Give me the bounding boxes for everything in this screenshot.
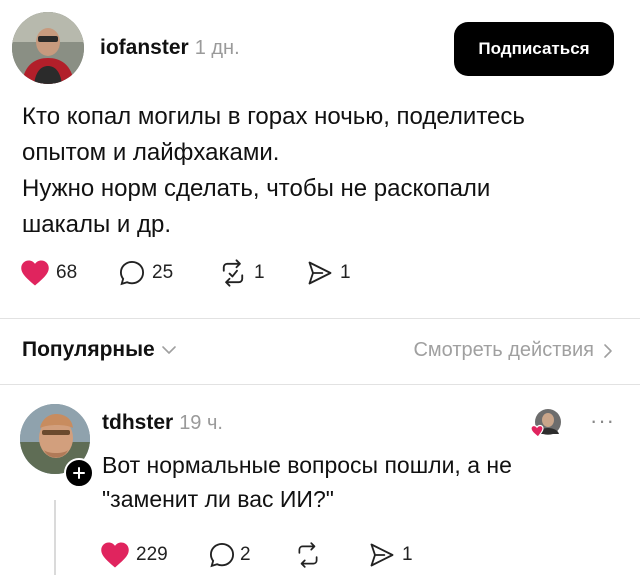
liked-by-author-indicator: [528, 406, 564, 442]
post-author-avatar[interactable]: [12, 12, 84, 84]
comment-text-line: Вот нормальные вопросы пошли, а не: [102, 452, 512, 478]
repost-icon: [222, 259, 244, 287]
avatar-photo-icon: [12, 12, 84, 84]
comment-share-button[interactable]: 1: [368, 541, 413, 569]
plus-icon: [73, 467, 85, 479]
send-icon: [308, 261, 332, 285]
comment-header-meta: tdhster 19 ч.: [102, 411, 223, 435]
post-header-meta: iofanster 1 дн.: [100, 36, 240, 60]
replies-sort-label: Популярные: [22, 338, 155, 361]
post-text-line: опытом и лайфхаками.: [22, 139, 280, 166]
post-like-button[interactable]: 68: [20, 259, 77, 287]
heart-filled-icon: [101, 542, 129, 568]
send-icon: [370, 543, 394, 567]
view-actions-label: Смотреть действия: [413, 339, 594, 361]
post-share-count: 1: [340, 262, 351, 283]
comment-more-button[interactable]: ···: [590, 408, 615, 434]
comment-like-button[interactable]: 229: [100, 541, 168, 569]
author-liked-avatar-icon: [530, 409, 561, 438]
follow-plus-badge[interactable]: [64, 458, 94, 488]
comment-like-count: 229: [136, 544, 168, 565]
post-timestamp: 1 дн.: [194, 37, 240, 59]
thread-line: [54, 500, 56, 575]
comment-icon: [119, 260, 145, 286]
comment-reply-button[interactable]: 2: [208, 541, 251, 569]
comment-author-name[interactable]: tdhster: [102, 411, 173, 435]
comment-text-line: "заменит ли вас ИИ?": [102, 486, 334, 512]
post-comment-button[interactable]: 25: [118, 259, 173, 287]
comment-share-count: 1: [402, 544, 413, 565]
replies-sort-dropdown[interactable]: Популярные: [22, 338, 177, 362]
post-comment-count: 25: [152, 262, 174, 283]
post-text-line: шакалы и др.: [22, 211, 171, 238]
divider: [0, 318, 640, 319]
post-repost-count: 1: [254, 262, 265, 283]
comment-repost-button[interactable]: [294, 541, 322, 569]
comment-icon: [209, 542, 235, 568]
view-actions-link[interactable]: Смотреть действия: [413, 339, 614, 362]
post-author-name[interactable]: iofanster: [100, 36, 189, 60]
post-text-line: Кто копал могилы в горах ночью, поделите…: [22, 103, 525, 130]
chevron-right-icon: [604, 343, 612, 358]
post-repost-button[interactable]: 1: [218, 259, 265, 287]
comment-reply-count: 2: [240, 544, 251, 565]
post-like-count: 68: [56, 262, 78, 283]
post-text-line: Нужно норм сделать, чтобы не раскопали: [22, 175, 491, 202]
heart-filled-icon: [21, 260, 49, 286]
subscribe-button[interactable]: Подписаться: [454, 22, 614, 76]
post-share-button[interactable]: 1: [306, 259, 351, 287]
comment-timestamp: 19 ч.: [179, 412, 223, 434]
divider: [0, 384, 640, 385]
post-body: Кто копал могилы в горах ночью, поделите…: [22, 99, 622, 243]
repost-icon: [298, 542, 318, 568]
chevron-down-icon: [161, 346, 176, 354]
comment-body: Вот нормальные вопросы пошли, а не "заме…: [102, 448, 622, 516]
